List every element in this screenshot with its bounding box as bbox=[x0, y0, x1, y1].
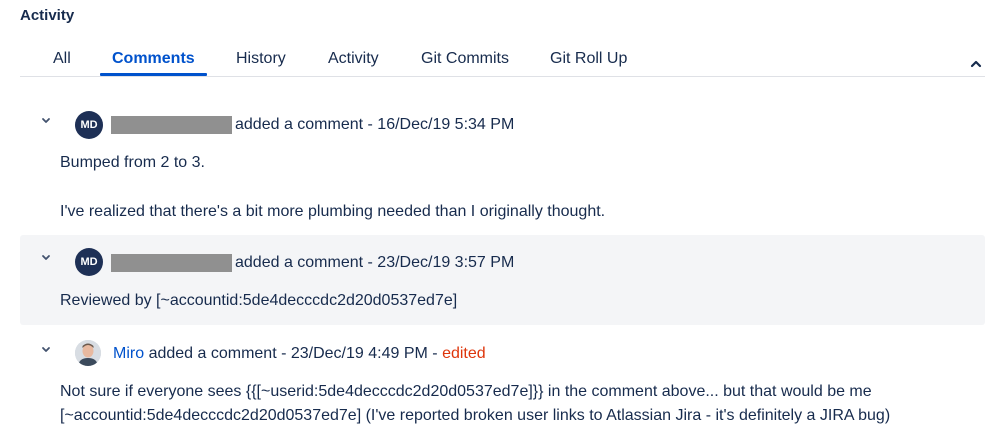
tab-git-commits[interactable]: Git Commits bbox=[421, 50, 509, 68]
tab-all[interactable]: All bbox=[53, 50, 71, 68]
tab-history[interactable]: History bbox=[236, 50, 286, 68]
avatar[interactable]: MD bbox=[75, 248, 103, 276]
comment-item: MD added a comment - 23/Dec/19 3:57 PM R… bbox=[20, 235, 985, 325]
redacted-author-name bbox=[111, 116, 232, 134]
comment-header-line: Miro added a comment - 23/Dec/19 4:49 PM… bbox=[113, 345, 486, 363]
active-tab-indicator bbox=[100, 73, 207, 76]
activity-tabs: All Comments History Activity Git Commit… bbox=[20, 40, 985, 77]
edited-label[interactable]: edited bbox=[442, 345, 486, 362]
comment-header: added a comment - 23/Dec/19 3:57 PM bbox=[235, 254, 515, 271]
tab-git-roll-up[interactable]: Git Roll Up bbox=[550, 50, 627, 68]
chevron-down-icon[interactable] bbox=[39, 343, 53, 357]
comment-item: MD added a comment - 16/Dec/19 5:34 PM B… bbox=[20, 98, 985, 232]
tab-activity[interactable]: Activity bbox=[328, 50, 379, 68]
author-link[interactable]: Miro bbox=[113, 345, 144, 362]
comment-header: added a comment - 23/Dec/19 4:49 PM - bbox=[148, 345, 438, 362]
comment-body-line: Reviewed by [~accountid:5de4decccdc2d20d… bbox=[60, 292, 458, 309]
comment-body-line: [~accountid:5de4decccdc2d20d0537ed7e] (I… bbox=[60, 407, 891, 424]
chevron-down-icon[interactable] bbox=[39, 251, 53, 265]
comment-body-line: Bumped from 2 to 3. bbox=[60, 154, 205, 171]
comment-body-line: I've realized that there's a bit more pl… bbox=[60, 203, 606, 220]
redacted-author-name bbox=[111, 254, 232, 272]
comment-item: Miro added a comment - 23/Dec/19 4:49 PM… bbox=[20, 333, 985, 433]
avatar[interactable]: MD bbox=[75, 111, 103, 139]
comment-header: added a comment - 16/Dec/19 5:34 PM bbox=[235, 116, 515, 133]
chevron-up-icon[interactable] bbox=[969, 57, 985, 71]
comment-body-line: Not sure if everyone sees {{[~userid:5de… bbox=[60, 383, 872, 400]
activity-section-title: Activity bbox=[20, 7, 75, 24]
user-photo-avatar[interactable] bbox=[75, 340, 101, 366]
chevron-down-icon[interactable] bbox=[39, 114, 53, 128]
tab-comments[interactable]: Comments bbox=[112, 50, 195, 68]
